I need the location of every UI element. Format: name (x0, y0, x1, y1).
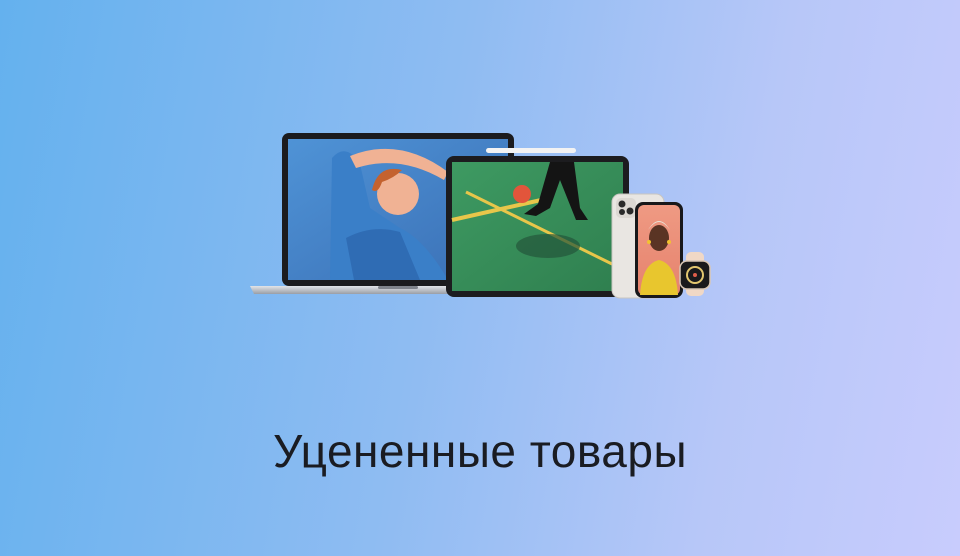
banner-title: Уцененные товары (272, 425, 688, 477)
promo-banner[interactable]: Уцененные товары (0, 0, 960, 556)
device-lineup-image (250, 128, 720, 300)
watch-icon (679, 252, 711, 296)
tablet-icon (446, 148, 629, 297)
phone-icon (611, 193, 683, 299)
